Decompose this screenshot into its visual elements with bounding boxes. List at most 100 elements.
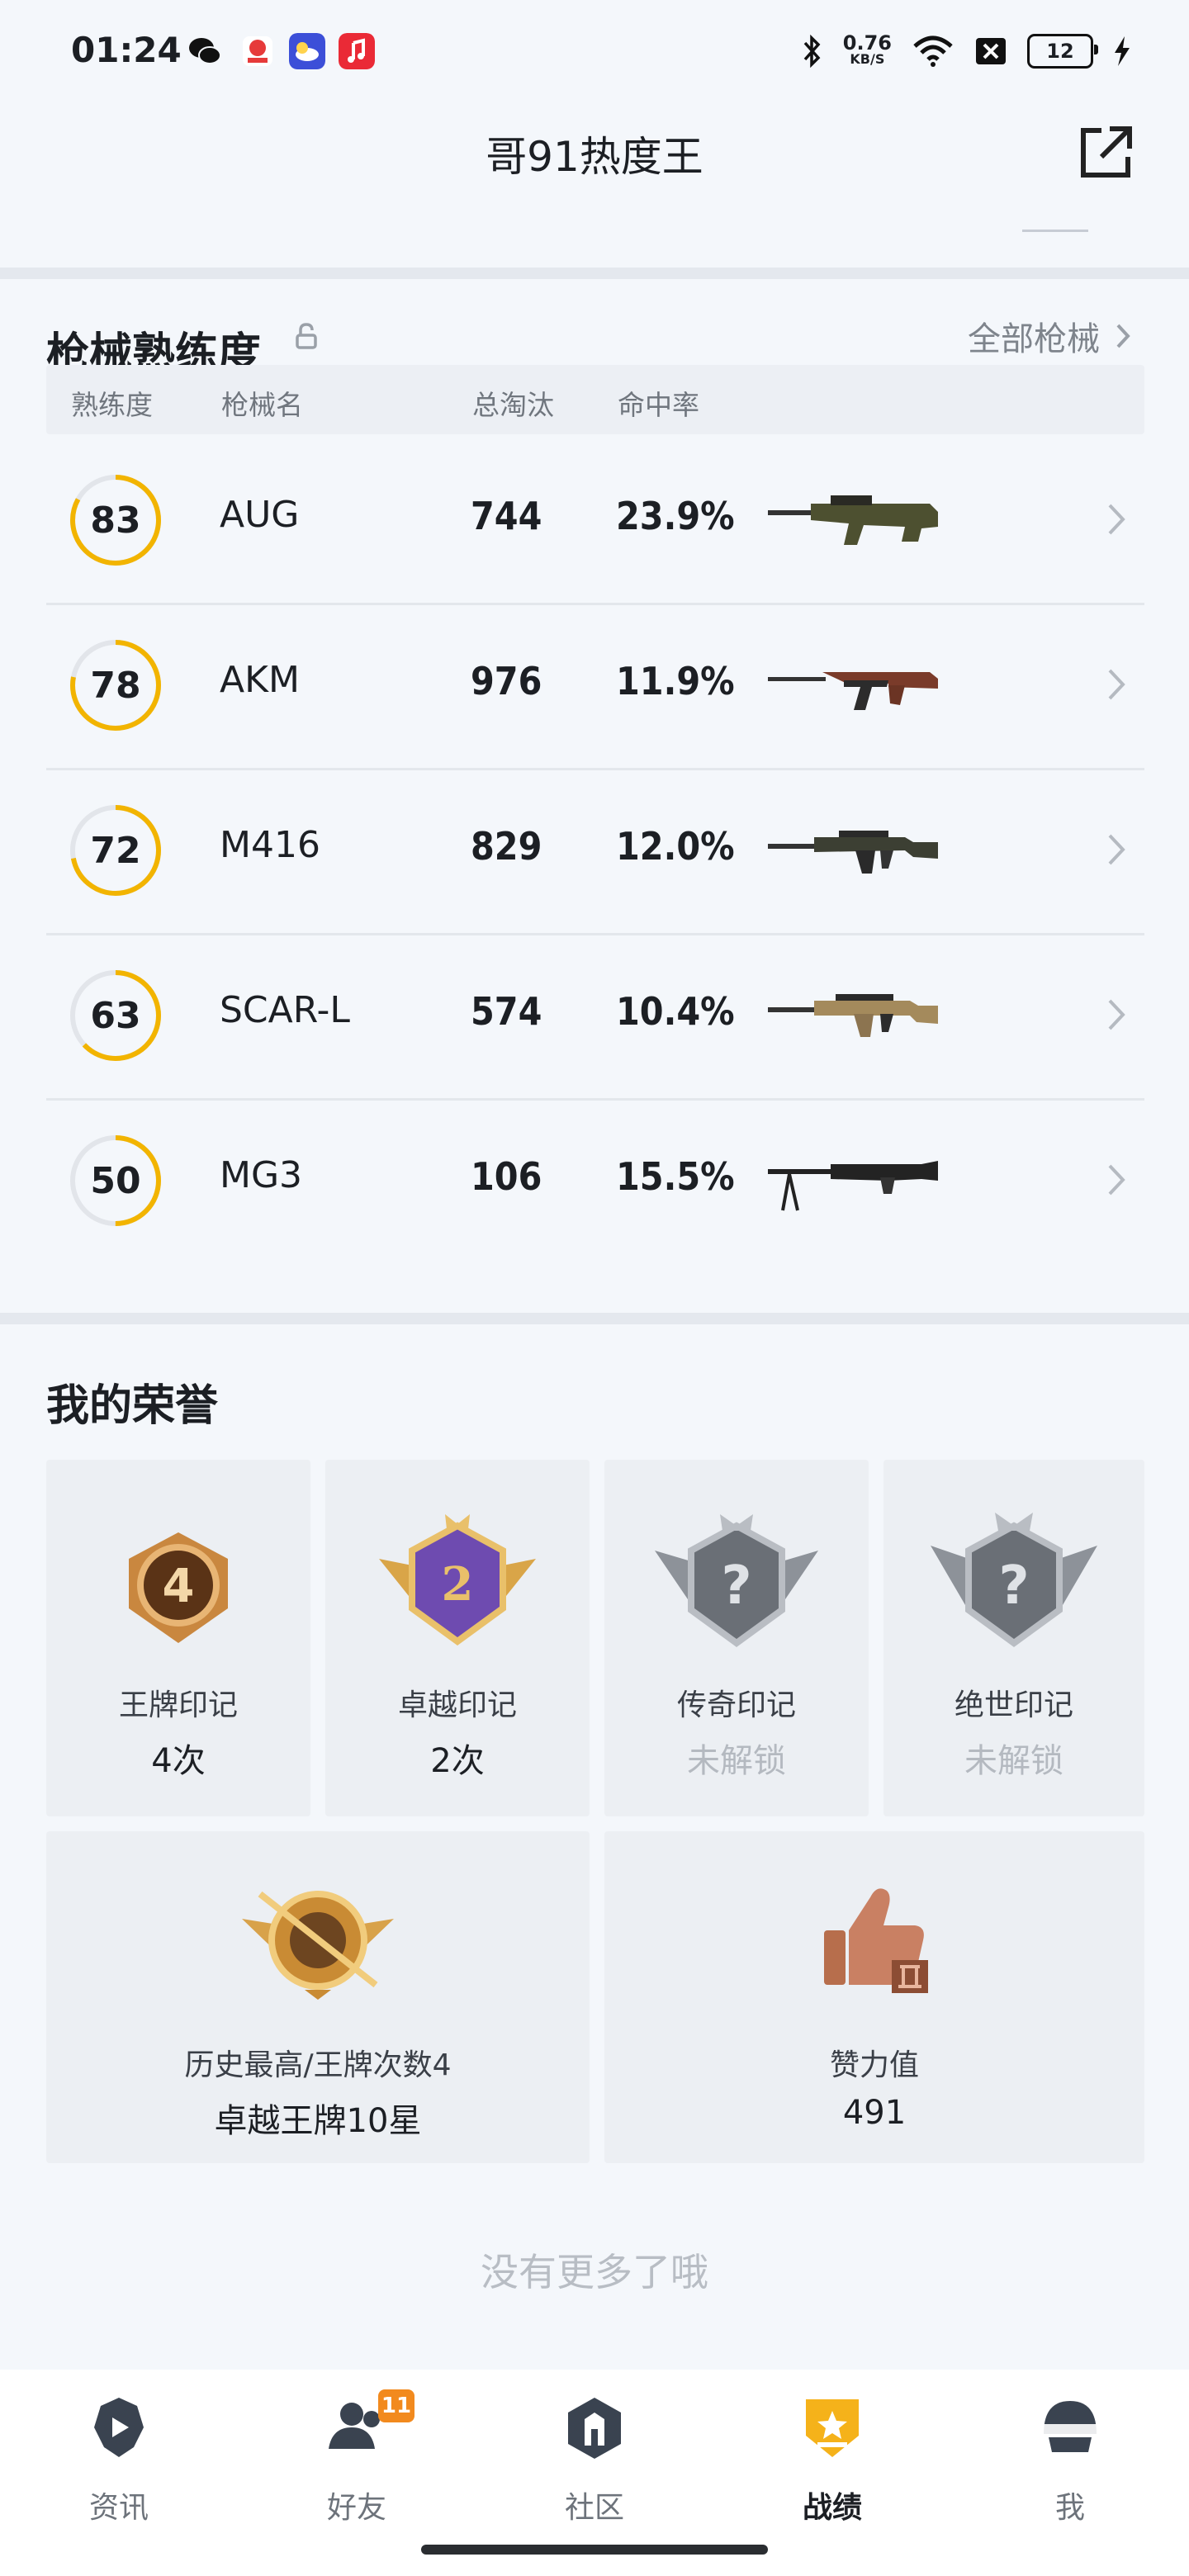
chevron-right-icon bbox=[1108, 504, 1125, 535]
weapon-table-header: 熟练度 枪械名 总淘汰 命中率 bbox=[46, 365, 1144, 434]
honor-tile-likes[interactable]: 赞力值 491 bbox=[604, 1831, 1144, 2163]
weapon-hit-rate: 11.9% bbox=[616, 659, 735, 703]
charging-icon bbox=[1115, 36, 1130, 66]
battery-indicator: 12 bbox=[1027, 34, 1098, 69]
chevron-right-icon bbox=[1108, 669, 1125, 700]
honor-name: 历史最高/王牌次数4 bbox=[184, 2048, 452, 2082]
page-header: 哥91热度王 bbox=[0, 99, 1189, 264]
status-bar: 01:24 0.76 KB/S 12 bbox=[0, 0, 1189, 99]
honor-tile-peerless[interactable]: ? 绝世印记 未解锁 bbox=[883, 1460, 1144, 1816]
header-divider bbox=[1022, 230, 1088, 232]
column-total-kills: 总淘汰 bbox=[472, 389, 554, 421]
nav-item-community[interactable]: 社区 bbox=[512, 2394, 677, 2535]
weapon-hit-rate: 12.0% bbox=[616, 824, 735, 869]
weapon-row-scar-l[interactable]: 63 SCAR-L 574 10.4% bbox=[46, 933, 1144, 1101]
weapon-kills: 744 bbox=[471, 494, 542, 538]
weapon-name: M416 bbox=[220, 824, 320, 866]
emblem-number: 2 bbox=[442, 1557, 474, 1612]
honor-value: 491 bbox=[842, 2094, 907, 2132]
column-proficiency: 熟练度 bbox=[71, 389, 153, 421]
honor-tile-ace[interactable]: 4 王牌印记 4次 bbox=[46, 1460, 310, 1816]
honor-name: 王牌印记 bbox=[118, 1688, 238, 1722]
weapon-row-m416[interactable]: 72 M416 829 12.0% bbox=[46, 768, 1144, 935]
aug-rifle-image bbox=[768, 495, 938, 545]
mg3-machine-gun-image bbox=[768, 1161, 938, 1211]
proficiency-value: 83 bbox=[90, 499, 141, 542]
weapon-name: MG3 bbox=[220, 1154, 303, 1196]
chevron-right-icon bbox=[1116, 324, 1130, 348]
weapon-name: AKM bbox=[220, 659, 300, 701]
weapon-name: AUG bbox=[220, 494, 300, 536]
home-indicator[interactable] bbox=[421, 2545, 768, 2555]
wechat-icon bbox=[189, 38, 221, 64]
stats-icon bbox=[806, 2399, 859, 2457]
weather-icon bbox=[289, 33, 325, 69]
honor-tile-highest-rank[interactable]: 历史最高/王牌次数4 卓越王牌10星 bbox=[46, 1831, 590, 2163]
bluetooth-icon bbox=[803, 35, 821, 68]
friends-badge: 11 bbox=[378, 2389, 414, 2422]
proficiency-value: 78 bbox=[90, 664, 141, 707]
nav-label: 资讯 bbox=[88, 2491, 149, 2525]
weapon-kills: 574 bbox=[471, 989, 542, 1034]
proficiency-value: 63 bbox=[90, 994, 141, 1037]
weapon-hit-rate: 23.9% bbox=[616, 494, 735, 538]
ace-rank-badge-icon bbox=[242, 1891, 394, 2000]
status-right: 0.76 KB/S 12 bbox=[802, 30, 1131, 73]
section-divider bbox=[0, 1313, 1189, 1324]
section-divider bbox=[0, 268, 1189, 279]
nav-label: 战绩 bbox=[802, 2491, 862, 2525]
nav-item-profile[interactable]: 我 bbox=[988, 2394, 1153, 2535]
app-icon bbox=[243, 36, 272, 66]
section-title-honors: 我的荣誉 bbox=[46, 1381, 219, 1431]
peerless-emblem-locked-icon: ? bbox=[931, 1513, 1097, 1647]
honor-value: 未解锁 bbox=[964, 1742, 1063, 1780]
column-hit-rate: 命中率 bbox=[618, 389, 699, 421]
honor-name: 绝世印记 bbox=[954, 1688, 1073, 1722]
nav-item-friends[interactable]: 11 好友 bbox=[274, 2389, 439, 2535]
honor-tile-legend[interactable]: ? 传奇印记 未解锁 bbox=[604, 1460, 869, 1816]
m416-rifle-image bbox=[768, 831, 938, 874]
honor-value: 2次 bbox=[430, 1742, 485, 1780]
net-speed: 0.76 KB/S bbox=[843, 33, 892, 68]
honor-name: 传奇印记 bbox=[676, 1688, 796, 1722]
all-weapons-link[interactable]: 全部枪械 bbox=[968, 312, 1131, 360]
akm-rifle-image bbox=[768, 672, 938, 710]
wifi-icon bbox=[913, 36, 953, 67]
weapon-name: SCAR-L bbox=[220, 989, 350, 1031]
chevron-right-icon bbox=[1108, 1164, 1125, 1196]
sim-off-icon bbox=[976, 38, 1006, 64]
ace-emblem-icon: 4 bbox=[129, 1532, 228, 1643]
honor-value: 未解锁 bbox=[687, 1742, 786, 1780]
weapon-kills: 829 bbox=[471, 824, 542, 869]
chevron-right-icon bbox=[1108, 999, 1125, 1030]
weapon-hit-rate: 15.5% bbox=[616, 1154, 735, 1199]
share-external-icon[interactable] bbox=[1073, 119, 1139, 185]
community-icon bbox=[568, 2398, 621, 2459]
weapon-kills: 976 bbox=[471, 659, 542, 703]
no-more-text: 没有更多了哦 bbox=[481, 2250, 708, 2294]
chevron-right-icon bbox=[1108, 834, 1125, 865]
scar-l-rifle-image bbox=[768, 994, 938, 1037]
profile-helmet-icon bbox=[1044, 2401, 1097, 2452]
all-weapons-label: 全部枪械 bbox=[968, 320, 1100, 358]
music-icon bbox=[339, 33, 375, 69]
weapon-row-aug[interactable]: 83 AUG 744 23.9% bbox=[46, 438, 1144, 605]
nav-item-stats[interactable]: 战绩 bbox=[750, 2394, 915, 2535]
weapon-kills: 106 bbox=[471, 1154, 542, 1199]
nav-label: 好友 bbox=[326, 2491, 386, 2525]
emblem-question-mark: ? bbox=[721, 1556, 751, 1617]
nav-item-news[interactable]: 资讯 bbox=[36, 2394, 201, 2535]
lock-icon bbox=[296, 323, 317, 349]
nav-label: 我 bbox=[1054, 2491, 1085, 2525]
honor-tile-excellent[interactable]: 2 卓越印记 2次 bbox=[325, 1460, 590, 1816]
weapon-row-mg3[interactable]: 50 MG3 106 15.5% bbox=[46, 1098, 1144, 1263]
net-speed-unit: KB/S bbox=[850, 51, 885, 67]
emblem-number: 4 bbox=[163, 1560, 195, 1613]
thumbs-up-icon bbox=[824, 1888, 928, 1993]
column-weapon-name: 枪械名 bbox=[221, 389, 303, 421]
honor-value: 卓越王牌10星 bbox=[214, 2102, 422, 2140]
news-icon bbox=[94, 2398, 144, 2457]
emblem-question-mark: ? bbox=[998, 1556, 1029, 1617]
page-title: 哥91热度王 bbox=[486, 133, 703, 181]
weapon-row-akm[interactable]: 78 AKM 976 11.9% bbox=[46, 603, 1144, 770]
